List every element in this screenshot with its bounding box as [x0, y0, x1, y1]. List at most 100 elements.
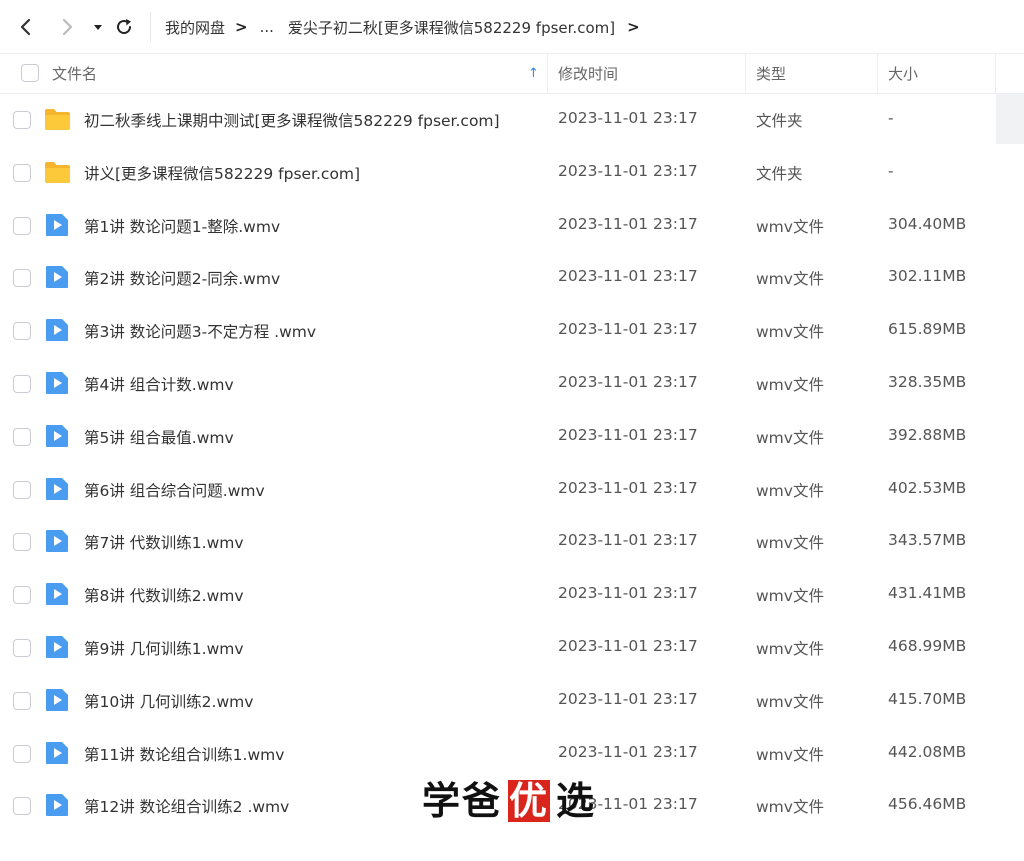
file-type: wmv文件 [756, 217, 824, 236]
file-type: wmv文件 [756, 270, 824, 289]
row-checkbox[interactable] [13, 586, 31, 605]
file-size: 456.46MB [888, 795, 967, 814]
column-header-size[interactable]: 大小 [888, 54, 918, 94]
table-row[interactable]: 初二秋季线上课期中测试[更多课程微信582229 fpser.com] 2023-… [0, 94, 1024, 147]
chevron-right-icon [62, 18, 73, 36]
toolbar-divider [150, 12, 151, 42]
file-name[interactable]: 第9讲 几何训练1.wmv [84, 637, 244, 659]
file-size: - [888, 161, 894, 180]
column-divider[interactable] [547, 54, 548, 94]
video-file-icon [44, 688, 71, 712]
folder-icon [44, 160, 71, 184]
row-checkbox[interactable] [13, 638, 31, 657]
table-row[interactable]: 第5讲 组合最值.wmv 2023-11-01 23:17 wmv文件 392.88M… [0, 411, 1024, 464]
modified-time: 2023-11-01 23:17 [558, 425, 698, 444]
file-size: 302.11MB [888, 267, 967, 286]
file-size: - [888, 109, 894, 127]
top-navigation-bar: 我的网盘 > ... 爱尖子初二秋[更多课程微信582229 fpser.com… [0, 0, 1024, 54]
table-row[interactable]: 第7讲 代数训练1.wmv 2023-11-01 23:17 wmv文件 343.57… [0, 516, 1024, 569]
row-checkbox[interactable] [13, 216, 31, 235]
table-row[interactable]: 第9讲 几何训练1.wmv 2023-11-01 23:17 wmv文件 468.99… [0, 622, 1024, 675]
file-name[interactable]: 讲义[更多课程微信582229 fpser.com] [84, 162, 360, 184]
video-file-icon [44, 371, 71, 395]
video-file-icon [44, 793, 71, 817]
breadcrumb-current[interactable]: 爱尖子初二秋[更多课程微信582229 fpser.com] [288, 17, 615, 38]
file-name[interactable]: 第4讲 组合计数.wmv [84, 373, 234, 395]
row-checkbox[interactable] [13, 163, 31, 182]
row-checkbox[interactable] [13, 269, 31, 288]
video-file-icon [44, 265, 71, 289]
watermark-char: 学 [422, 778, 463, 823]
table-row[interactable]: 讲义[更多课程微信582229 fpser.com] 2023-11-01 23:… [0, 147, 1024, 200]
column-header-type[interactable]: 类型 [756, 54, 786, 94]
column-header-modified[interactable]: 修改时间 [558, 54, 618, 94]
modified-time: 2023-11-01 23:17 [558, 689, 698, 708]
file-name[interactable]: 第10讲 几何训练2.wmv [84, 690, 253, 712]
table-row[interactable]: 第11讲 数论组合训练1.wmv 2023-11-01 23:17 wmv文件 442… [0, 728, 1024, 781]
breadcrumb-ellipsis[interactable]: ... [260, 18, 274, 36]
row-checkbox[interactable] [13, 744, 31, 763]
file-size: 343.57MB [888, 531, 967, 550]
column-divider[interactable] [877, 54, 878, 94]
file-size: 442.08MB [888, 742, 967, 761]
row-checkbox[interactable] [13, 374, 31, 393]
table-row[interactable]: 第1讲 数论问题1-整除.wmv 2023-11-01 23:17 wmv文件 304… [0, 200, 1024, 253]
forward-button[interactable] [54, 14, 80, 40]
file-name[interactable]: 第7讲 代数训练1.wmv [84, 531, 244, 553]
file-type: wmv文件 [756, 375, 824, 394]
file-size: 415.70MB [888, 689, 967, 708]
file-name[interactable]: 第2讲 数论问题2-同余.wmv [84, 267, 280, 289]
file-size: 328.35MB [888, 372, 967, 391]
row-checkbox[interactable] [13, 797, 31, 816]
modified-time: 2023-11-01 23:17 [558, 584, 698, 603]
file-name[interactable]: 第3讲 数论问题3-不定方程 .wmv [84, 320, 316, 342]
modified-time: 2023-11-01 23:17 [558, 531, 698, 550]
file-name[interactable]: 第6讲 组合综合问题.wmv [84, 479, 265, 501]
file-type: 文件夹 [756, 112, 803, 130]
modified-time: 2023-11-01 23:17 [558, 214, 698, 233]
file-name[interactable]: 第1讲 数论问题1-整除.wmv [84, 215, 280, 237]
table-row[interactable]: 第4讲 组合计数.wmv 2023-11-01 23:17 wmv文件 328.35M… [0, 358, 1024, 411]
row-checkbox[interactable] [13, 322, 31, 341]
row-checkbox[interactable] [13, 427, 31, 446]
table-row[interactable]: 第10讲 几何训练2.wmv 2023-11-01 23:17 wmv文件 415.7… [0, 675, 1024, 728]
file-type: wmv文件 [756, 587, 824, 606]
select-all-checkbox[interactable] [21, 64, 39, 82]
modified-time: 2023-11-01 23:17 [558, 742, 698, 761]
row-checkbox[interactable] [13, 533, 31, 552]
table-row[interactable]: 第6讲 组合综合问题.wmv 2023-11-01 23:17 wmv文件 402.5… [0, 464, 1024, 517]
video-file-icon [44, 529, 71, 553]
modified-time: 2023-11-01 23:17 [558, 109, 698, 127]
column-divider[interactable] [745, 54, 746, 94]
row-checkbox[interactable] [13, 111, 31, 129]
breadcrumb-separator-icon: > [627, 18, 640, 36]
file-name[interactable]: 第11讲 数论组合训练1.wmv [84, 743, 284, 765]
file-table-header: 文件名 ↑ 修改时间 类型 大小 [0, 54, 1024, 94]
refresh-button[interactable] [111, 14, 137, 40]
file-name[interactable]: 第12讲 数论组合训练2 .wmv [84, 795, 289, 817]
row-checkbox[interactable] [13, 480, 31, 499]
sort-ascending-icon[interactable]: ↑ [528, 66, 539, 81]
column-divider[interactable] [995, 54, 996, 94]
back-button[interactable] [13, 14, 39, 40]
file-type: wmv文件 [756, 323, 824, 342]
video-file-icon [44, 318, 71, 342]
watermark-char: 爸 [462, 778, 503, 823]
table-row[interactable]: 第3讲 数论问题3-不定方程 .wmv 2023-11-01 23:17 wmv文件… [0, 305, 1024, 358]
table-row[interactable]: 第2讲 数论问题2-同余.wmv 2023-11-01 23:17 wmv文件 302… [0, 252, 1024, 305]
file-list: 初二秋季线上课期中测试[更多课程微信582229 fpser.com] 2023-… [0, 94, 1024, 833]
table-row[interactable]: 第8讲 代数训练2.wmv 2023-11-01 23:17 wmv文件 431.41… [0, 569, 1024, 622]
chevron-left-icon [20, 18, 31, 36]
video-file-icon [44, 582, 71, 606]
history-dropdown-button[interactable] [85, 14, 111, 40]
breadcrumb-root[interactable]: 我的网盘 [165, 17, 225, 38]
row-checkbox[interactable] [13, 691, 31, 710]
modified-time: 2023-11-01 23:17 [558, 320, 698, 339]
file-name[interactable]: 第8讲 代数训练2.wmv [84, 584, 244, 606]
column-header-name[interactable]: 文件名 [52, 54, 97, 94]
watermark-char: 选 [556, 778, 597, 823]
file-name[interactable]: 第5讲 组合最值.wmv [84, 426, 234, 448]
file-name[interactable]: 初二秋季线上课期中测试[更多课程微信582229 fpser.com] [84, 109, 500, 131]
file-size: 304.40MB [888, 214, 967, 233]
file-type: wmv文件 [756, 798, 824, 817]
